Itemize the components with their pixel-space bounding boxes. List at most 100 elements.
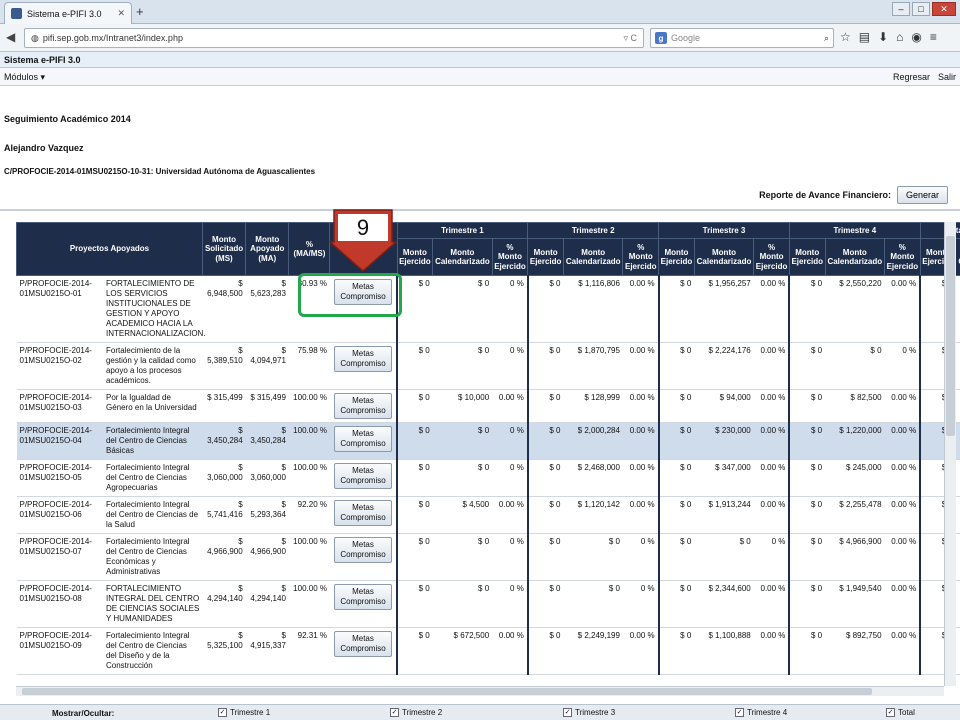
metas-compromiso-button[interactable]: Metas Compromiso <box>334 463 392 489</box>
metas-compromiso-button[interactable]: Metas Compromiso <box>334 393 392 419</box>
table-row[interactable]: P/PROFOCIE-2014-01MSU0215O-03 Por la Igua… <box>16 389 960 423</box>
table-row[interactable]: P/PROFOCIE-2014-01MSU0215O-01 FORTALECIMI… <box>16 275 960 343</box>
pct-exercised-cell: 0.00 % <box>753 580 791 628</box>
exercised-cell: $ 0 <box>789 389 826 423</box>
toggle-trimestre-1[interactable]: ✓ Trimestre 1 <box>218 708 270 717</box>
horizontal-scrollbar[interactable] <box>16 686 944 696</box>
scheduled-cell: $ 2,255,478 <box>825 496 885 534</box>
search-icon[interactable]: ⌕ <box>824 33 829 44</box>
subheader-exercised: Monto Ejercido <box>527 238 564 276</box>
vertical-scrollbar[interactable] <box>944 222 956 686</box>
reload-icon[interactable]: ▿ C <box>623 33 637 44</box>
scheduled-cell: $ 0 <box>694 533 754 581</box>
checkbox-icon[interactable]: ✓ <box>886 708 895 717</box>
table-row[interactable]: P/PROFOCIE-2014-01MSU0215O-05 Fortalecimi… <box>16 459 960 497</box>
scheduled-cell: $ 0 <box>432 275 493 343</box>
maximize-icon[interactable]: □ <box>912 2 930 16</box>
metas-compromiso-button[interactable]: Metas Compromiso <box>334 584 392 610</box>
financial-report: Reporte de Avance Financiero: Generar <box>759 186 948 204</box>
metas-cell: Metas Compromiso <box>329 389 399 423</box>
home-icon[interactable]: ⌂ <box>896 30 903 44</box>
exercised-cell: $ 0 <box>397 580 433 628</box>
back-link[interactable]: Regresar <box>893 72 930 82</box>
checkbox-icon[interactable]: ✓ <box>218 708 227 717</box>
pct-exercised-cell: 0.00 % <box>884 496 922 534</box>
metas-cell: Metas Compromiso <box>329 422 399 460</box>
download-icon[interactable]: ⬇ <box>878 30 888 44</box>
exercised-cell: $ 0 <box>397 496 433 534</box>
user-name: Alejandro Vazquez <box>4 143 84 153</box>
exit-link[interactable]: Salir <box>938 72 956 82</box>
new-tab-icon[interactable]: + <box>136 4 144 19</box>
subheader-scheduled: Monto Calendarizado <box>432 238 493 276</box>
table-row[interactable]: P/PROFOCIE-2014-01MSU0215O-07 Fortalecimi… <box>16 533 960 581</box>
exercised-cell: $ 0 <box>658 580 695 628</box>
metas-cell: Metas Compromiso <box>329 627 399 675</box>
vertical-scroll-thumb[interactable] <box>946 236 955 436</box>
exercised-cell: $ 0 <box>527 459 564 497</box>
project-code-cell: P/PROFOCIE-2014-01MSU0215O-07 <box>16 533 103 581</box>
pct-exercised-cell: 0 % <box>492 533 529 581</box>
pct-exercised-cell: 0.00 % <box>884 275 922 343</box>
menu-icon[interactable]: ≡ <box>930 30 937 44</box>
exercised-cell: $ 0 <box>789 533 826 581</box>
total-scheduled-cell: $ 315,4 <box>955 389 960 423</box>
toggle-trimestre-4[interactable]: ✓ Trimestre 4 <box>735 708 787 717</box>
checkbox-icon[interactable]: ✓ <box>563 708 572 717</box>
pct-cell: 75.98 % <box>288 342 330 390</box>
pct-exercised-cell: 0.00 % <box>753 342 791 390</box>
pct-cell: 100.00 % <box>288 580 330 628</box>
browser-tab[interactable]: Sistema e-PIFI 3.0 ✕ <box>4 2 132 24</box>
pct-cell: 100.00 % <box>288 422 330 460</box>
pct-exercised-cell: 0.00 % <box>753 496 791 534</box>
header-t2: Trimestre 2 <box>527 222 660 239</box>
project-code-cell: P/PROFOCIE-2014-01MSU0215O-08 <box>16 580 103 628</box>
table-row[interactable]: P/PROFOCIE-2014-01MSU0215O-08 FORTALECIMI… <box>16 580 960 628</box>
horizontal-scroll-thumb[interactable] <box>22 688 872 695</box>
metas-compromiso-button[interactable]: Metas Compromiso <box>334 500 392 526</box>
table-row[interactable]: P/PROFOCIE-2014-01MSU0215O-04 Fortalecimi… <box>16 422 960 460</box>
toggle-total[interactable]: ✓ Total <box>886 708 915 717</box>
exercised-cell: $ 0 <box>397 389 433 423</box>
search-box[interactable]: g Google ⌕ <box>650 28 834 48</box>
generate-button[interactable]: Generar <box>896 186 948 204</box>
menu-modules[interactable]: Módulos ▾ <box>4 72 45 82</box>
exercised-cell: $ 0 <box>658 459 695 497</box>
pct-exercised-cell: 0.00 % <box>753 422 791 460</box>
metas-compromiso-button[interactable]: Metas Compromiso <box>334 537 392 563</box>
address-bar[interactable]: ◍ pifi.sep.gob.mx/Intranet3/index.php ▿ … <box>24 28 644 48</box>
app-title: Sistema e-PIFI 3.0 <box>4 55 81 65</box>
table-row[interactable]: P/PROFOCIE-2014-01MSU0215O-09 Fortalecimi… <box>16 627 960 675</box>
table-row[interactable]: P/PROFOCIE-2014-01MSU0215O-06 Fortalecimi… <box>16 496 960 534</box>
bookmark-star-icon[interactable]: ☆ <box>840 30 851 44</box>
metas-compromiso-button[interactable]: Metas Compromiso <box>334 346 392 372</box>
scheduled-cell: $ 2,468,000 <box>563 459 623 497</box>
tab-close-icon[interactable]: ✕ <box>117 8 125 19</box>
metas-cell: Metas Compromiso <box>329 342 399 390</box>
requested-cell: $ 315,499 <box>202 389 246 423</box>
toggle-text: Trimestre 1 <box>230 708 271 717</box>
checkbox-icon[interactable]: ✓ <box>390 708 399 717</box>
total-scheduled-cell: $ 3,450,2 <box>955 422 960 460</box>
reading-list-icon[interactable]: ▤ <box>859 30 870 44</box>
back-icon[interactable]: ◀ <box>6 30 15 44</box>
checkbox-icon[interactable]: ✓ <box>735 708 744 717</box>
table-row[interactable]: P/PROFOCIE-2014-01MSU0215O-02 Fortalecimi… <box>16 342 960 390</box>
exercised-cell: $ 0 <box>397 275 433 343</box>
metas-cell: Metas Compromiso <box>329 496 399 534</box>
toggle-trimestre-2[interactable]: ✓ Trimestre 2 <box>390 708 442 717</box>
toggle-trimestre-3[interactable]: ✓ Trimestre 3 <box>563 708 615 717</box>
project-name-cell: FORTALECIMIENTO INTEGRAL DEL CENTRO DE C… <box>102 580 203 628</box>
metas-compromiso-button[interactable]: Metas Compromiso <box>334 631 392 657</box>
exercised-cell: $ 0 <box>789 580 826 628</box>
chat-icon[interactable]: ◉ <box>911 30 921 44</box>
url-text: pifi.sep.gob.mx/Intranet3/index.php <box>42 33 183 43</box>
metas-compromiso-button[interactable]: Metas Compromiso <box>334 426 392 452</box>
exercised-cell: $ 0 <box>527 627 564 675</box>
close-window-icon[interactable]: ✕ <box>932 2 956 16</box>
scheduled-cell: $ 2,224,176 <box>694 342 754 390</box>
requested-cell: $ 5,389,510 <box>202 342 246 390</box>
minimize-icon[interactable]: – <box>892 2 910 16</box>
pct-exercised-cell: 0.00 % <box>884 459 922 497</box>
scheduled-cell: $ 0 <box>432 342 493 390</box>
